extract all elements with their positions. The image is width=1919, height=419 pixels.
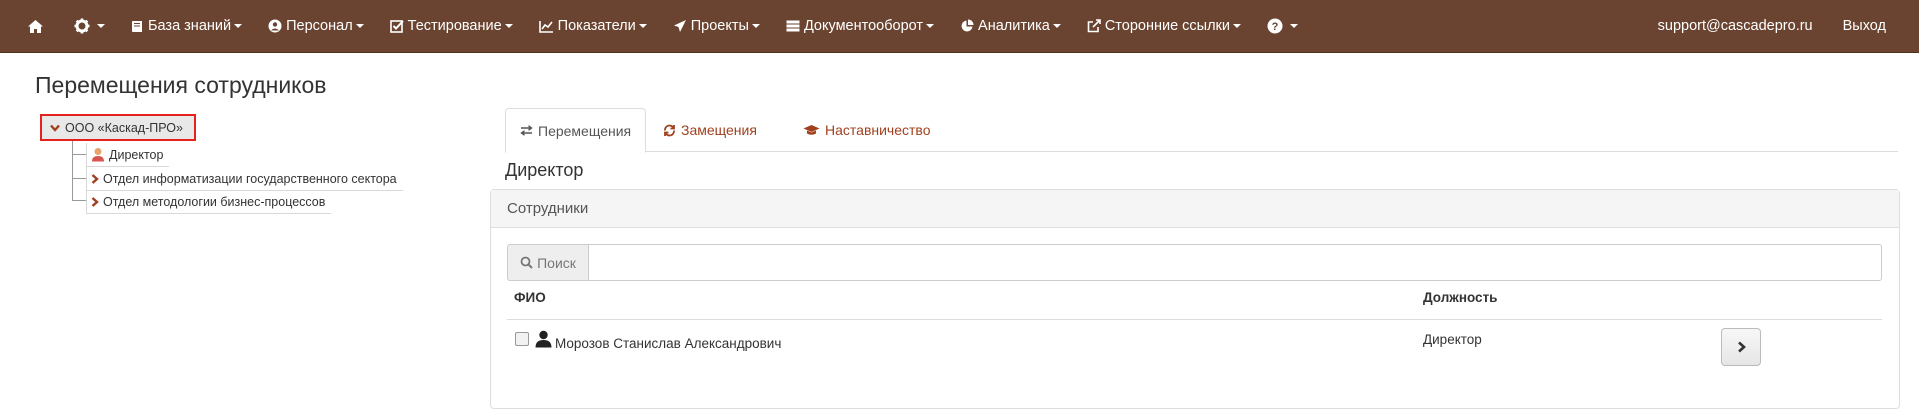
logout-link[interactable]: Выход xyxy=(1828,0,1901,53)
tab-mentoring[interactable]: Наставничество xyxy=(789,108,945,152)
svg-text:?: ? xyxy=(1272,21,1279,33)
search-addon-label: Поиск xyxy=(537,254,576,271)
graduation-cap-icon xyxy=(803,125,820,135)
nav-documents[interactable]: Документооборот xyxy=(773,0,947,53)
caret-down-icon xyxy=(638,24,647,28)
nav-testing-label: Тестирование xyxy=(407,18,502,34)
tree-connector xyxy=(72,154,86,155)
top-navbar: База знаний Персонал Тестирование Показа… xyxy=(0,0,1919,53)
tree-connector xyxy=(72,200,86,201)
org-tree: ООО «Каскад-ПРО» Директор Отдел информат… xyxy=(36,114,456,234)
home-icon xyxy=(28,19,43,33)
caret-down-icon xyxy=(97,24,105,28)
refresh-icon xyxy=(664,124,675,136)
nav-personnel[interactable]: Персонал xyxy=(255,0,377,53)
chevron-right-icon xyxy=(91,173,99,184)
chevron-right-icon xyxy=(1737,341,1746,353)
pie-chart-icon xyxy=(961,19,974,32)
paper-plane-icon xyxy=(673,20,686,32)
exchange-icon xyxy=(520,125,533,136)
nav-indicators-label: Показатели xyxy=(557,18,636,34)
external-link-icon xyxy=(1087,19,1101,33)
search-input[interactable] xyxy=(589,244,1882,281)
nav-knowledge-base[interactable]: База знаний xyxy=(118,0,255,53)
caret-down-icon xyxy=(751,24,760,28)
search-group: Поиск xyxy=(507,244,1882,281)
tree-node-label: Отдел методологии бизнес-процессов xyxy=(103,194,326,209)
row-open-button[interactable] xyxy=(1721,328,1761,366)
user-email-link[interactable]: support@cascadepro.ru xyxy=(1643,0,1828,53)
checkbox-icon xyxy=(389,20,404,33)
tree-node-director[interactable]: Директор xyxy=(86,143,170,167)
tab-mentoring-label: Наставничество xyxy=(825,122,931,138)
tabs-bar: Перемещения Замещения Наставничество xyxy=(505,108,1898,153)
tree-node-label: Директор xyxy=(109,147,164,162)
employees-panel: Сотрудники Поиск ФИО Должность Морозов С… xyxy=(490,189,1900,409)
tab-transfers-label: Перемещения xyxy=(538,122,632,139)
nav-analytics-label: Аналитика xyxy=(978,18,1050,34)
nav-projects-label: Проекты xyxy=(690,18,749,34)
nav-help[interactable]: ? xyxy=(1254,0,1311,53)
column-header-position: Должность xyxy=(1423,290,1498,305)
caret-down-icon xyxy=(1290,24,1299,28)
chevron-down-icon xyxy=(50,124,60,132)
caret-down-icon xyxy=(1233,24,1242,28)
nav-knowledge-base-label: База знаний xyxy=(148,18,232,34)
panel-heading: Сотрудники xyxy=(491,190,1899,228)
caret-down-icon xyxy=(355,24,364,28)
tab-substitutions[interactable]: Замещения xyxy=(649,108,771,152)
caret-down-icon xyxy=(504,24,513,28)
caret-down-icon xyxy=(234,24,243,28)
page-title: Перемещения сотрудников xyxy=(35,72,327,98)
person-icon xyxy=(535,330,552,348)
nav-testing[interactable]: Тестирование xyxy=(377,0,526,53)
column-header-fio: ФИО xyxy=(514,290,546,305)
person-icon xyxy=(92,148,104,162)
tree-connector xyxy=(72,141,73,200)
nav-settings[interactable] xyxy=(61,0,118,53)
section-title: Директор xyxy=(505,160,584,180)
row-employee-position: Директор xyxy=(1423,332,1482,347)
nav-home[interactable] xyxy=(14,0,61,53)
nav-external-links-label: Сторонние ссылки xyxy=(1104,18,1231,34)
tab-substitutions-label: Замещения xyxy=(681,122,757,138)
nav-external-links[interactable]: Сторонние ссылки xyxy=(1074,0,1254,53)
row-checkbox[interactable] xyxy=(515,332,529,346)
caret-down-icon xyxy=(926,24,935,28)
tree-node-dept-info[interactable]: Отдел информатизации государственного се… xyxy=(86,167,403,191)
question-circle-icon: ? xyxy=(1267,18,1283,34)
tree-node-dept-methodology[interactable]: Отдел методологии бизнес-процессов xyxy=(86,190,332,214)
tree-root-label: ООО «Каскад-ПРО» xyxy=(65,120,183,135)
user-circle-icon xyxy=(268,19,282,33)
nav-personnel-label: Персонал xyxy=(286,18,353,34)
tree-node-label: Отдел информатизации государственного се… xyxy=(103,171,397,186)
book-icon xyxy=(132,20,142,32)
tree-connector xyxy=(72,178,86,179)
nav-analytics[interactable]: Аналитика xyxy=(947,0,1074,53)
chevron-right-icon xyxy=(91,196,99,207)
table-header-divider xyxy=(507,319,1882,320)
caret-down-icon xyxy=(1052,24,1061,28)
line-chart-icon xyxy=(538,20,553,33)
nav-projects[interactable]: Проекты xyxy=(660,0,773,53)
nav-indicators[interactable]: Показатели xyxy=(526,0,660,53)
tree-root-node[interactable]: ООО «Каскад-ПРО» xyxy=(40,114,196,141)
nav-documents-label: Документооборот xyxy=(803,18,924,34)
search-addon: Поиск xyxy=(507,244,589,281)
search-icon xyxy=(520,256,533,269)
tab-transfers[interactable]: Перемещения xyxy=(505,108,647,153)
server-icon xyxy=(786,20,800,32)
row-employee-name: Морозов Станислав Александрович xyxy=(555,336,782,351)
gear-icon xyxy=(74,18,90,34)
